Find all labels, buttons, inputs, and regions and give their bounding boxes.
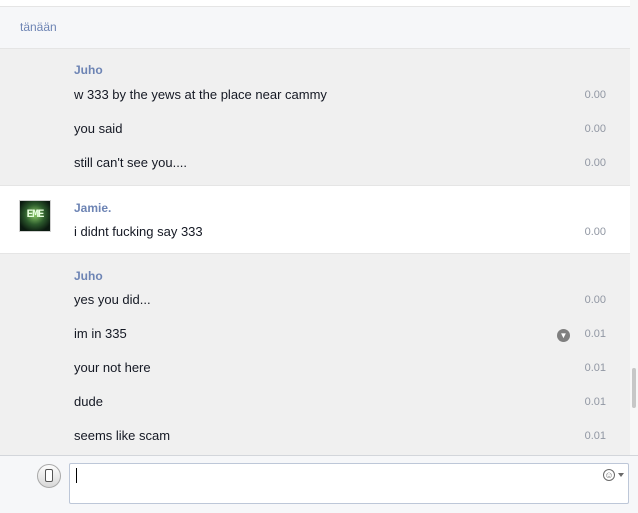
avatar[interactable]: EME — [19, 200, 51, 232]
message-time: 0.00 — [584, 157, 606, 169]
message-time: 0.00 — [584, 89, 606, 101]
message-time: 0.01 — [584, 430, 606, 442]
scrollbar-thumb[interactable] — [632, 368, 636, 408]
message-time: 0.00 — [584, 294, 606, 306]
message-time: 0.00 — [584, 123, 606, 135]
message-text: still can't see you.... — [74, 155, 188, 170]
conversation-pane: tänään Juho w 333 by the yews at the pla… — [0, 0, 630, 455]
message-time: 0.01 — [584, 396, 606, 408]
message-text: w 333 by the yews at the place near camm… — [74, 87, 327, 102]
date-separator-label: tänään — [20, 20, 57, 34]
smiley-face-icon: ☺ — [603, 469, 615, 481]
message-text: seems like scam — [74, 428, 171, 443]
sender-name[interactable]: Jamie. — [74, 201, 111, 215]
sender-name[interactable]: Juho — [74, 63, 103, 77]
scrollbar[interactable] — [630, 0, 638, 455]
emoji-button[interactable]: ☺ — [603, 469, 627, 483]
message-group: EME Jamie. i didnt fucking say 333 0.00 — [0, 185, 630, 254]
message-time: 0.00 — [584, 226, 606, 238]
message-composer: ☺ — [0, 455, 638, 513]
message-text: im in 335 — [74, 326, 127, 341]
sender-name[interactable]: Juho — [74, 269, 103, 283]
message-time: 0.01 — [584, 328, 606, 340]
message-text: you said — [74, 121, 123, 136]
chevron-down-icon[interactable]: ▼ — [557, 329, 570, 342]
date-separator: tänään — [0, 7, 630, 49]
message-text: your not here — [74, 360, 151, 375]
message-group: Juho yes you did... 0.00 im in 335 ▼ 0.0… — [0, 254, 630, 455]
message-text: dude — [74, 394, 103, 409]
mobile-phone-icon — [45, 469, 53, 482]
mobile-phone-button[interactable] — [37, 464, 61, 488]
message-group: Juho w 333 by the yews at the place near… — [0, 49, 630, 185]
avatar-image-text: EME — [26, 209, 45, 221]
message-input[interactable] — [69, 463, 629, 504]
message-text: yes you did... — [74, 292, 151, 307]
caret-down-icon — [618, 473, 624, 477]
top-divider — [0, 0, 630, 7]
message-time: 0.01 — [584, 362, 606, 374]
text-caret — [76, 468, 77, 483]
message-text: i didnt fucking say 333 — [74, 224, 203, 239]
